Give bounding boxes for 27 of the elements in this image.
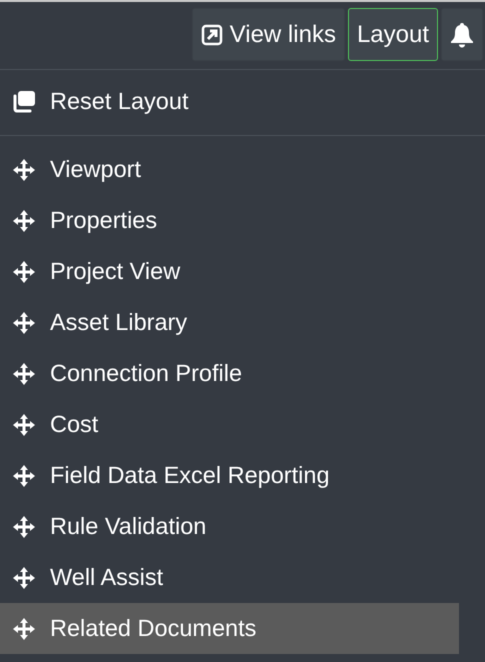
toolbar-button[interactable]: View links	[192, 8, 345, 61]
reset-layout-item[interactable]: Reset Layout	[0, 76, 459, 127]
menu-item[interactable]: Viewport	[0, 144, 459, 195]
windows-icon	[11, 90, 37, 114]
menu-item[interactable]: Rule Validation	[0, 501, 459, 552]
menu-item[interactable]: Properties	[0, 195, 459, 246]
move-icon	[11, 514, 37, 540]
move-icon	[11, 258, 37, 284]
menu-item[interactable]: Connection Profile	[0, 348, 459, 399]
toolbar-button[interactable]	[441, 8, 483, 61]
move-icon	[11, 360, 37, 386]
menu-item[interactable]: Well Assist	[0, 552, 459, 603]
menu-item[interactable]: Field Data Excel Reporting	[0, 450, 459, 501]
menu-item[interactable]: Cost	[0, 399, 459, 450]
move-icon	[11, 156, 37, 182]
move-icon	[11, 208, 37, 234]
move-icon	[11, 310, 37, 336]
external-link-icon	[200, 24, 223, 46]
move-icon	[11, 564, 37, 590]
menu-item[interactable]: Related Documents	[0, 603, 459, 654]
move-icon	[11, 412, 37, 438]
move-icon	[11, 616, 37, 642]
toolbar-button[interactable]: Layout	[348, 8, 438, 61]
move-icon	[11, 462, 37, 488]
menu-item[interactable]: Asset Library	[0, 297, 459, 348]
bell-icon	[450, 22, 474, 48]
menu-item[interactable]: Project View	[0, 246, 459, 297]
